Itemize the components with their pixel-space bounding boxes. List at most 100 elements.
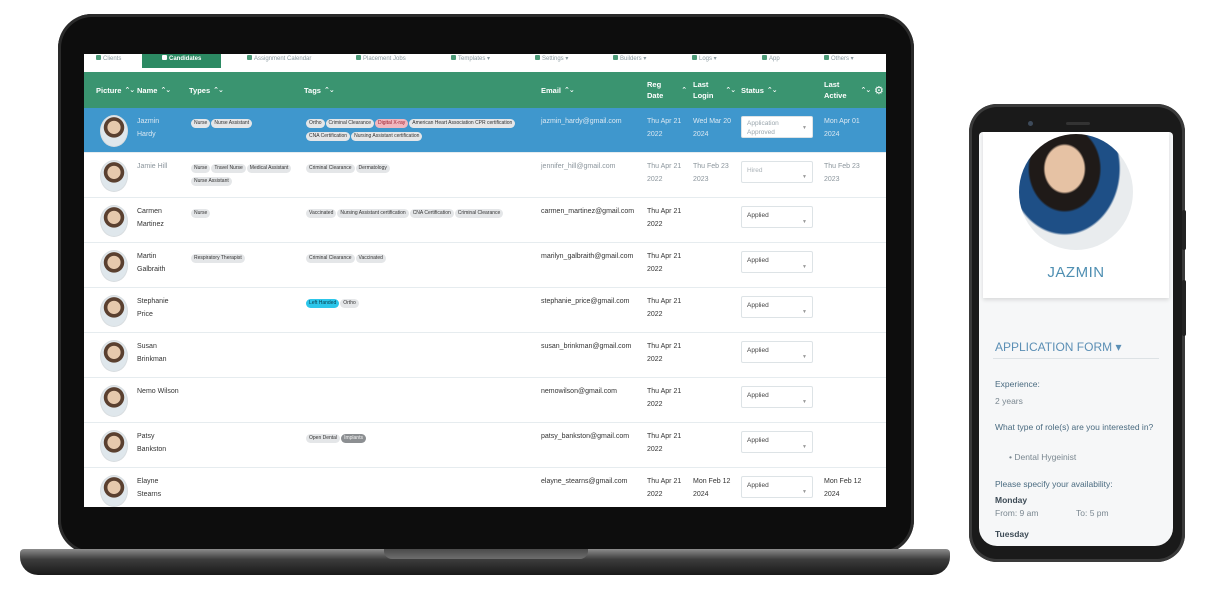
tag-chip[interactable]: American Heart Association CPR certifica… xyxy=(409,119,516,128)
status-select[interactable]: Applied ▼ xyxy=(741,341,813,363)
status-select[interactable]: Applied ▼ xyxy=(741,206,813,228)
column-name[interactable]: Name ⌃⌄ xyxy=(137,72,171,108)
candidate-name[interactable]: Jamie Hill xyxy=(137,160,189,173)
tag-chip[interactable]: Nursing Assistant certification xyxy=(337,209,409,218)
table-row[interactable]: Martin Galbraith Respiratory Therapist Crim… xyxy=(84,243,886,288)
status-select[interactable]: Hired ▼ xyxy=(741,161,813,183)
status-text: Hired xyxy=(747,167,763,174)
date-line: 2023 xyxy=(693,176,709,183)
date-line: Thu Apr 21 xyxy=(647,343,682,350)
avatar xyxy=(100,250,128,282)
table-row[interactable]: Carmen Martinez Nurse Vaccinated Nursing Ass… xyxy=(84,198,886,243)
candidate-name[interactable]: Martin Galbraith xyxy=(137,250,189,276)
tag-chip[interactable]: Open Dental xyxy=(306,434,341,443)
column-reg-date[interactable]: Reg Date ⌃ xyxy=(647,72,687,108)
type-tag[interactable]: Medical Assistant xyxy=(246,164,292,173)
name-line: Elayne xyxy=(137,478,159,485)
type-tag[interactable]: Nurse xyxy=(191,119,211,128)
table-row[interactable]: Jazmin Hardy Nurse Nurse Assistant Ortho Crim… xyxy=(84,108,886,153)
column-last-active[interactable]: Last Active ⌃⌄ xyxy=(824,72,871,108)
date-line: 2022 xyxy=(647,131,663,138)
type-tag[interactable]: Nurse Assistant xyxy=(211,119,253,128)
date-line: Thu Apr 21 xyxy=(647,118,682,125)
status-select[interactable]: Applied ▼ xyxy=(741,296,813,318)
status-select[interactable]: Applied ▼ xyxy=(741,431,813,453)
reg-date-cell: Thu Apr 21 2022 xyxy=(647,295,681,321)
nav-app[interactable]: App xyxy=(762,54,780,68)
candidate-name[interactable]: Jazmin Hardy xyxy=(137,115,189,141)
tag-chip[interactable]: Nursing Assistant certification xyxy=(351,132,423,141)
type-tag[interactable]: Travel Nurse xyxy=(211,164,246,173)
nav-templates[interactable]: Templates ▾ xyxy=(451,54,490,68)
email-cell: jennifer_hill@gmail.com xyxy=(541,163,616,170)
column-last-login[interactable]: Last Login ⌃⌄ xyxy=(693,72,736,108)
nav-clients[interactable]: Clients xyxy=(96,54,121,68)
profile-photo xyxy=(1019,134,1133,250)
status-select[interactable]: Applied ▼ xyxy=(741,476,813,498)
tag-chip[interactable]: Criminal Clearance xyxy=(325,119,375,128)
nav-label: Builders ▾ xyxy=(620,56,647,62)
column-email[interactable]: Email ⌃⌄ xyxy=(541,72,575,108)
status-select[interactable]: Applied ▼ xyxy=(741,386,813,408)
table-row[interactable]: Stephanie Price Left Handed Ortho stephanie_… xyxy=(84,288,886,333)
nav-logs[interactable]: Logs ▾ xyxy=(692,54,717,68)
candidate-name[interactable]: Susan Brinkman xyxy=(137,340,189,366)
nav-candidates[interactable]: Candidates xyxy=(142,54,222,68)
candidate-name[interactable]: Carmen Martinez xyxy=(137,205,189,231)
column-status[interactable]: Status ⌃⌄ xyxy=(741,72,778,108)
nav-placement-jobs[interactable]: Placement Jobs xyxy=(356,54,406,68)
name-line: Patsy xyxy=(137,433,155,440)
others-icon xyxy=(824,55,829,60)
column-label-line: Last xyxy=(824,80,840,89)
column-picture[interactable]: Picture ⌃⌄ xyxy=(96,72,135,108)
tag-chip[interactable]: Left Handed xyxy=(306,299,340,308)
type-tag[interactable]: Nurse Assistant xyxy=(191,177,232,186)
table-row[interactable]: Elayne Stearns elayne_stearns@gmail.com Thu… xyxy=(84,468,886,507)
nav-settings[interactable]: Settings ▾ xyxy=(535,54,568,68)
status-select[interactable]: Application Approved ▼ xyxy=(741,116,813,138)
table-row[interactable]: Patsy Bankston Open Dental Implants patsy_ba… xyxy=(84,423,886,468)
table-row[interactable]: Jamie Hill Nurse Travel Nurse Medical Assis… xyxy=(84,153,886,198)
status-text: Applied xyxy=(747,302,769,309)
nav-builders[interactable]: Builders ▾ xyxy=(613,54,646,68)
tag-chip[interactable]: Digital X-ray xyxy=(375,119,409,128)
column-tags[interactable]: Tags ⌃⌄ xyxy=(304,72,335,108)
column-label: Types xyxy=(189,85,211,95)
tag-chip[interactable]: Vaccinated xyxy=(355,254,386,263)
table-row[interactable]: Susan Brinkman susan_brinkman@gmail.com Thu… xyxy=(84,333,886,378)
tag-chip[interactable]: CNA Certification xyxy=(306,132,351,141)
tag-chip[interactable]: Vaccinated xyxy=(306,209,337,218)
tag-chip[interactable]: Implants xyxy=(341,434,366,443)
gear-icon[interactable]: ⚙ xyxy=(874,84,884,97)
table-row[interactable]: Nemo Wilson nemowilson@gmail.com Thu Apr 2… xyxy=(84,378,886,423)
candidate-name[interactable]: Nemo Wilson xyxy=(137,385,189,398)
tag-chip[interactable]: Ortho xyxy=(306,119,325,128)
column-types[interactable]: Types ⌃⌄ xyxy=(189,72,224,108)
candidate-name[interactable]: Patsy Bankston xyxy=(137,430,189,456)
tag-chip[interactable]: Criminal Clearance xyxy=(454,209,504,218)
date-line: Thu Apr 21 xyxy=(647,388,682,395)
application-form-toggle[interactable]: APPLICATION FORM ▾ xyxy=(995,340,1121,354)
date-line: 2024 xyxy=(693,131,709,138)
nav-assignment-calendar[interactable]: Assignment Calendar xyxy=(247,54,311,68)
tag-chip[interactable]: Criminal Clearance xyxy=(306,254,355,263)
tag-chip[interactable]: Ortho xyxy=(340,299,359,308)
candidate-name[interactable]: Stephanie Price xyxy=(137,295,189,321)
type-tag[interactable]: Nurse xyxy=(191,164,211,173)
sort-icon: ⌃⌄ xyxy=(766,86,778,94)
profile-name: JAZMIN xyxy=(1047,264,1105,281)
last-active-cell: Mon Feb 12 2024 xyxy=(824,475,861,501)
status-select[interactable]: Applied ▼ xyxy=(741,251,813,273)
nav-others[interactable]: Others ▾ xyxy=(824,54,854,68)
tag-chip[interactable]: CNA Certification xyxy=(409,209,454,218)
date-line: Wed Mar 20 xyxy=(693,118,731,125)
nav-label: Clients xyxy=(103,56,122,62)
type-tag[interactable]: Nurse xyxy=(191,209,211,218)
name-line: Martinez xyxy=(137,221,164,228)
tag-chip[interactable]: Dermatology xyxy=(355,164,390,173)
reg-date-cell: Thu Apr 21 2022 xyxy=(647,385,681,411)
candidate-name[interactable]: Elayne Stearns xyxy=(137,475,189,501)
type-tag[interactable]: Respiratory Therapist xyxy=(191,254,245,263)
tag-chip[interactable]: Criminal Clearance xyxy=(306,164,355,173)
name-line: Jamie Hill xyxy=(137,163,168,170)
